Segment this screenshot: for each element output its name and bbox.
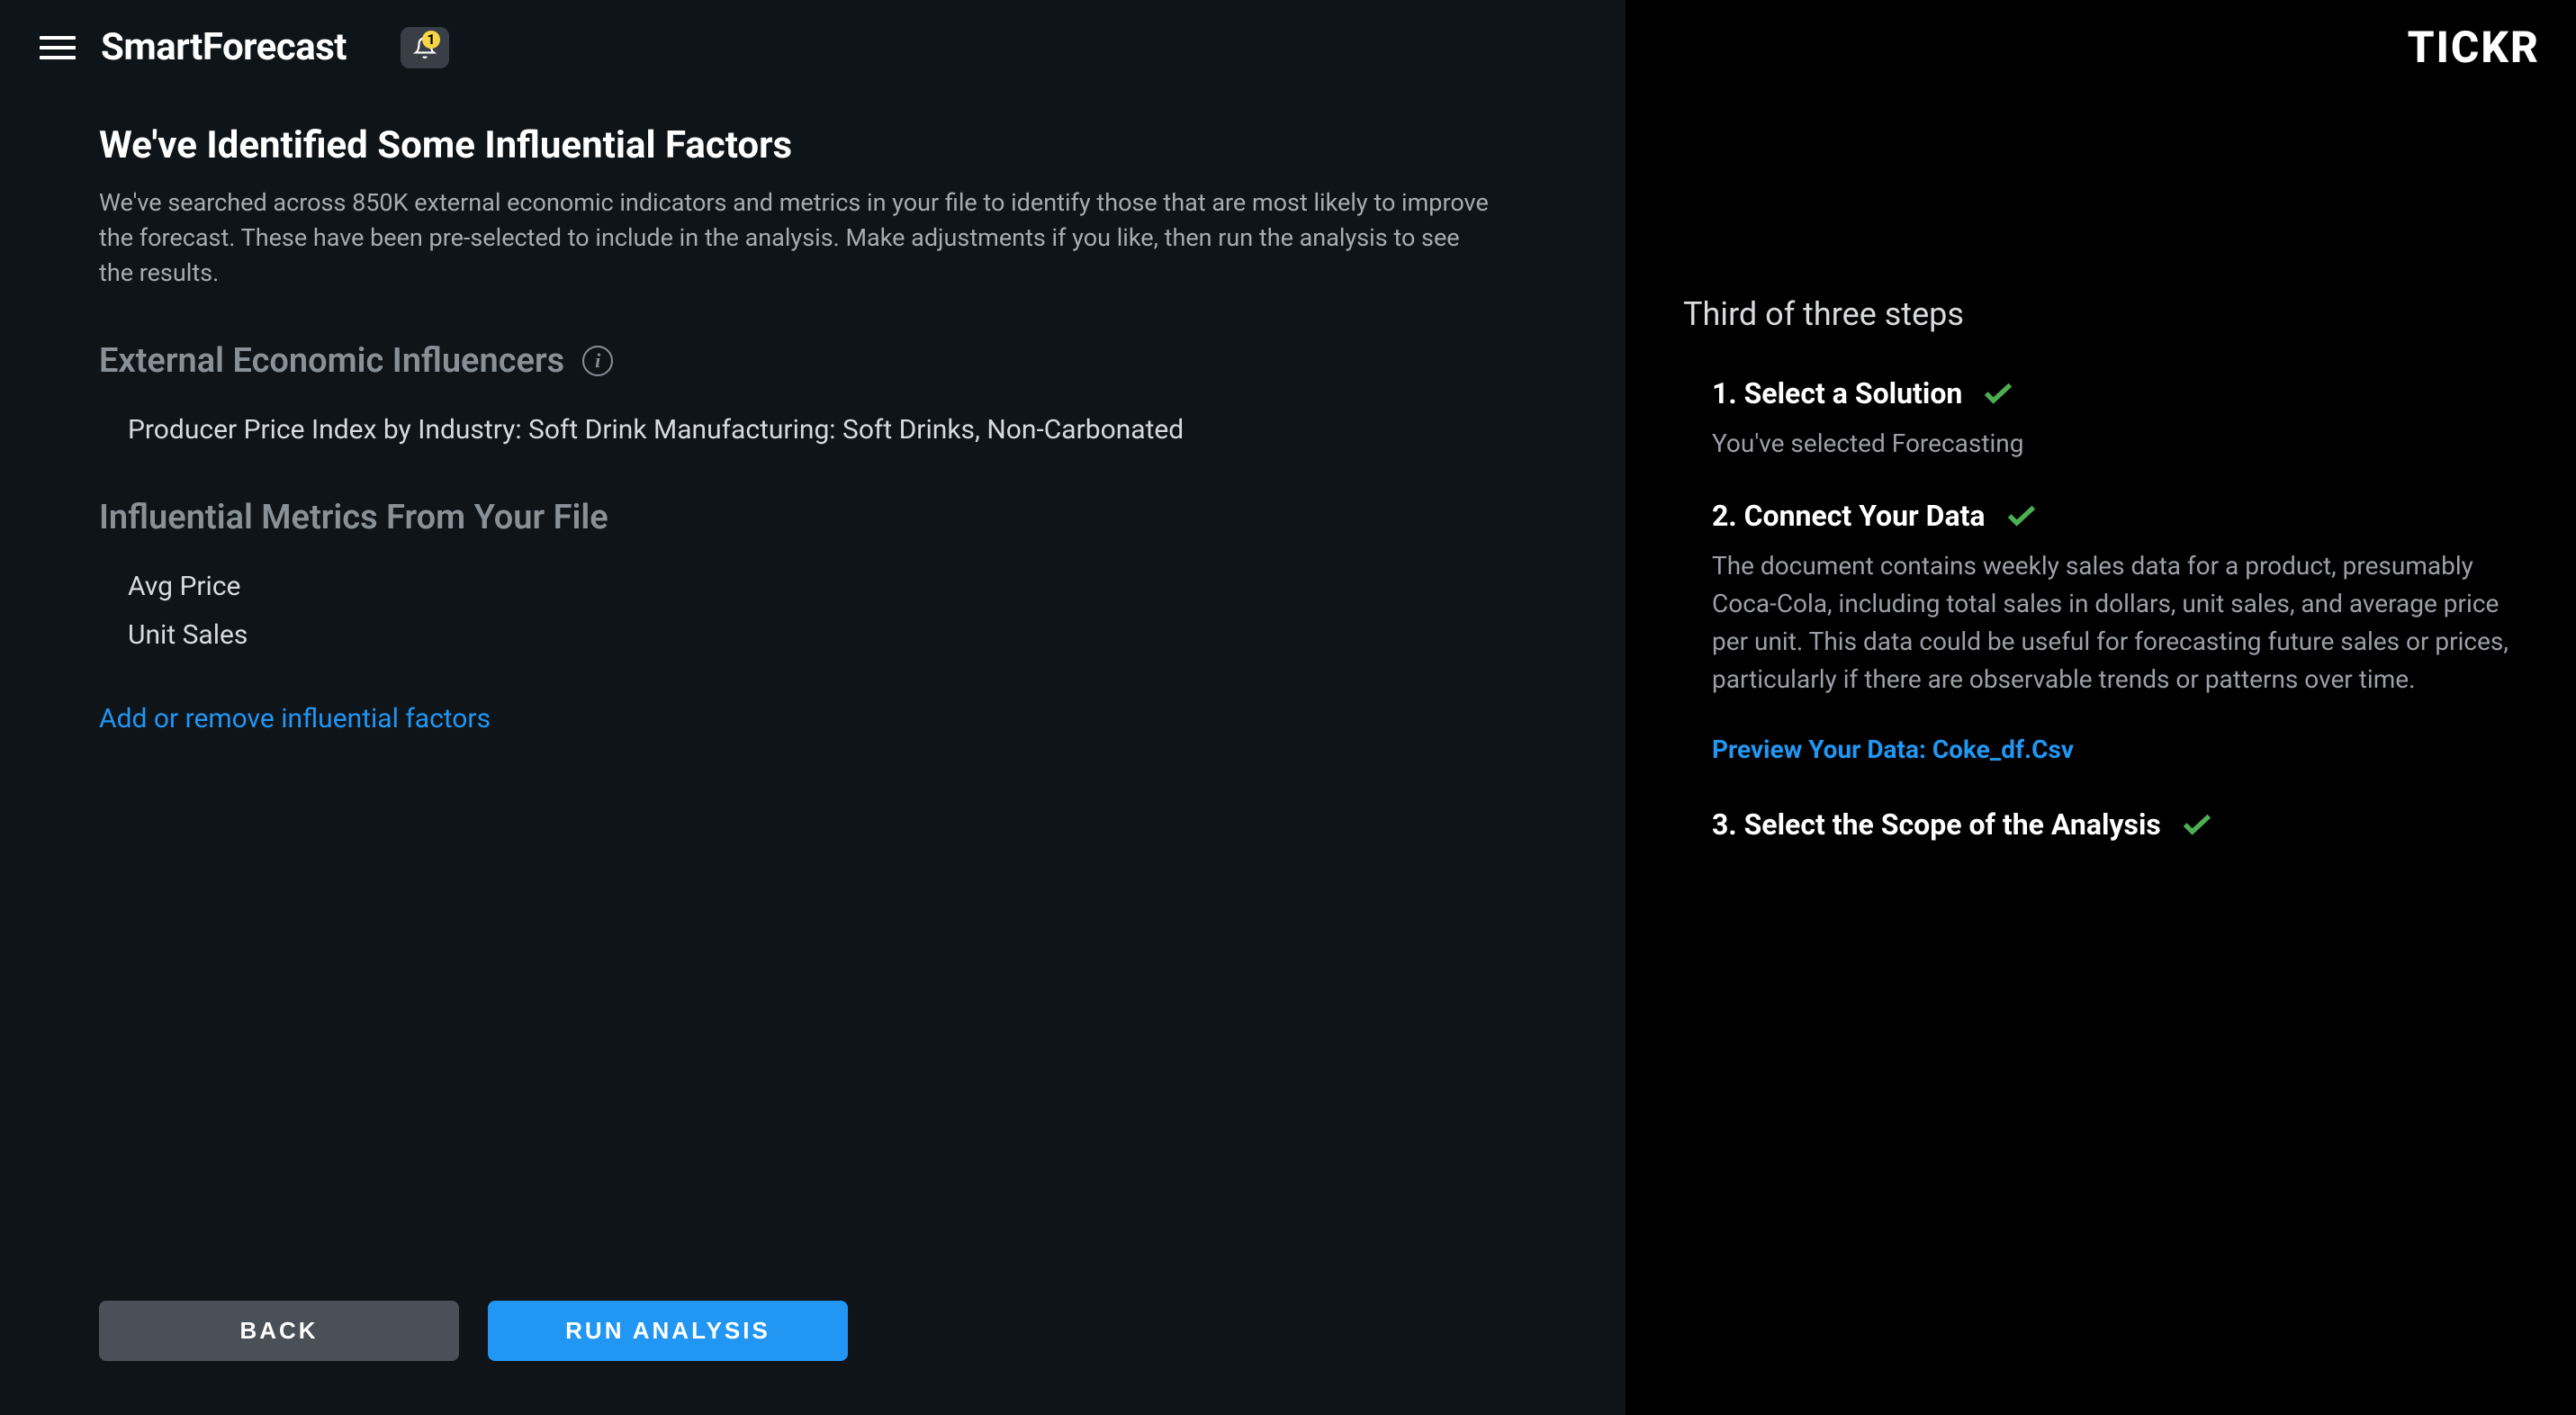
external-list: Producer Price Index by Industry: Soft D…: [99, 406, 1527, 455]
page-description: We've searched across 850K external econ…: [99, 185, 1494, 291]
steps-header: Third of three steps: [1683, 295, 2540, 333]
preview-data-link[interactable]: Preview Your Data: Coke_df.Csv: [1683, 735, 2540, 764]
menu-icon[interactable]: [36, 32, 79, 63]
step-title: 1. Select a Solution: [1712, 376, 2540, 410]
app-title: SmartForecast: [101, 25, 347, 69]
step-title: 3. Select the Scope of the Analysis: [1712, 807, 2540, 842]
step-item: 3. Select the Scope of the Analysis: [1683, 807, 2540, 842]
step-description: The document contains weekly sales data …: [1712, 547, 2540, 698]
page-title: We've Identified Some Influential Factor…: [99, 123, 1527, 167]
list-item: Avg Price: [128, 563, 1527, 611]
add-remove-link[interactable]: Add or remove influential factors: [99, 703, 491, 735]
step-title: 2. Connect Your Data: [1712, 499, 2540, 533]
section-file-title: Influential Metrics From Your File: [99, 498, 1527, 537]
info-icon[interactable]: i: [582, 346, 613, 376]
step-item: 1. Select a Solution You've selected For…: [1683, 376, 2540, 463]
section-external-label: External Economic Influencers: [99, 341, 564, 381]
file-list: Avg Price Unit Sales: [99, 563, 1527, 660]
check-icon: [1984, 383, 2013, 404]
section-external-title: External Economic Influencers i: [99, 341, 1527, 381]
check-icon: [2007, 505, 2036, 527]
list-item: Unit Sales: [128, 611, 1527, 660]
step-item: 2. Connect Your Data The document contai…: [1683, 499, 2540, 698]
step-title-text: 1. Select a Solution: [1712, 376, 1962, 410]
back-button[interactable]: BACK: [99, 1301, 459, 1361]
notification-button[interactable]: 1: [401, 27, 449, 68]
step-title-text: 2. Connect Your Data: [1712, 499, 1986, 533]
step-title-text: 3. Select the Scope of the Analysis: [1712, 807, 2161, 842]
step-description: You've selected Forecasting: [1712, 425, 2540, 463]
list-item: Producer Price Index by Industry: Soft D…: [128, 406, 1527, 455]
brand-logo: TICKR: [2408, 22, 2540, 73]
run-analysis-button[interactable]: RUN ANALYSIS: [488, 1301, 848, 1361]
check-icon: [2183, 814, 2211, 835]
notification-count: 1: [422, 31, 440, 49]
